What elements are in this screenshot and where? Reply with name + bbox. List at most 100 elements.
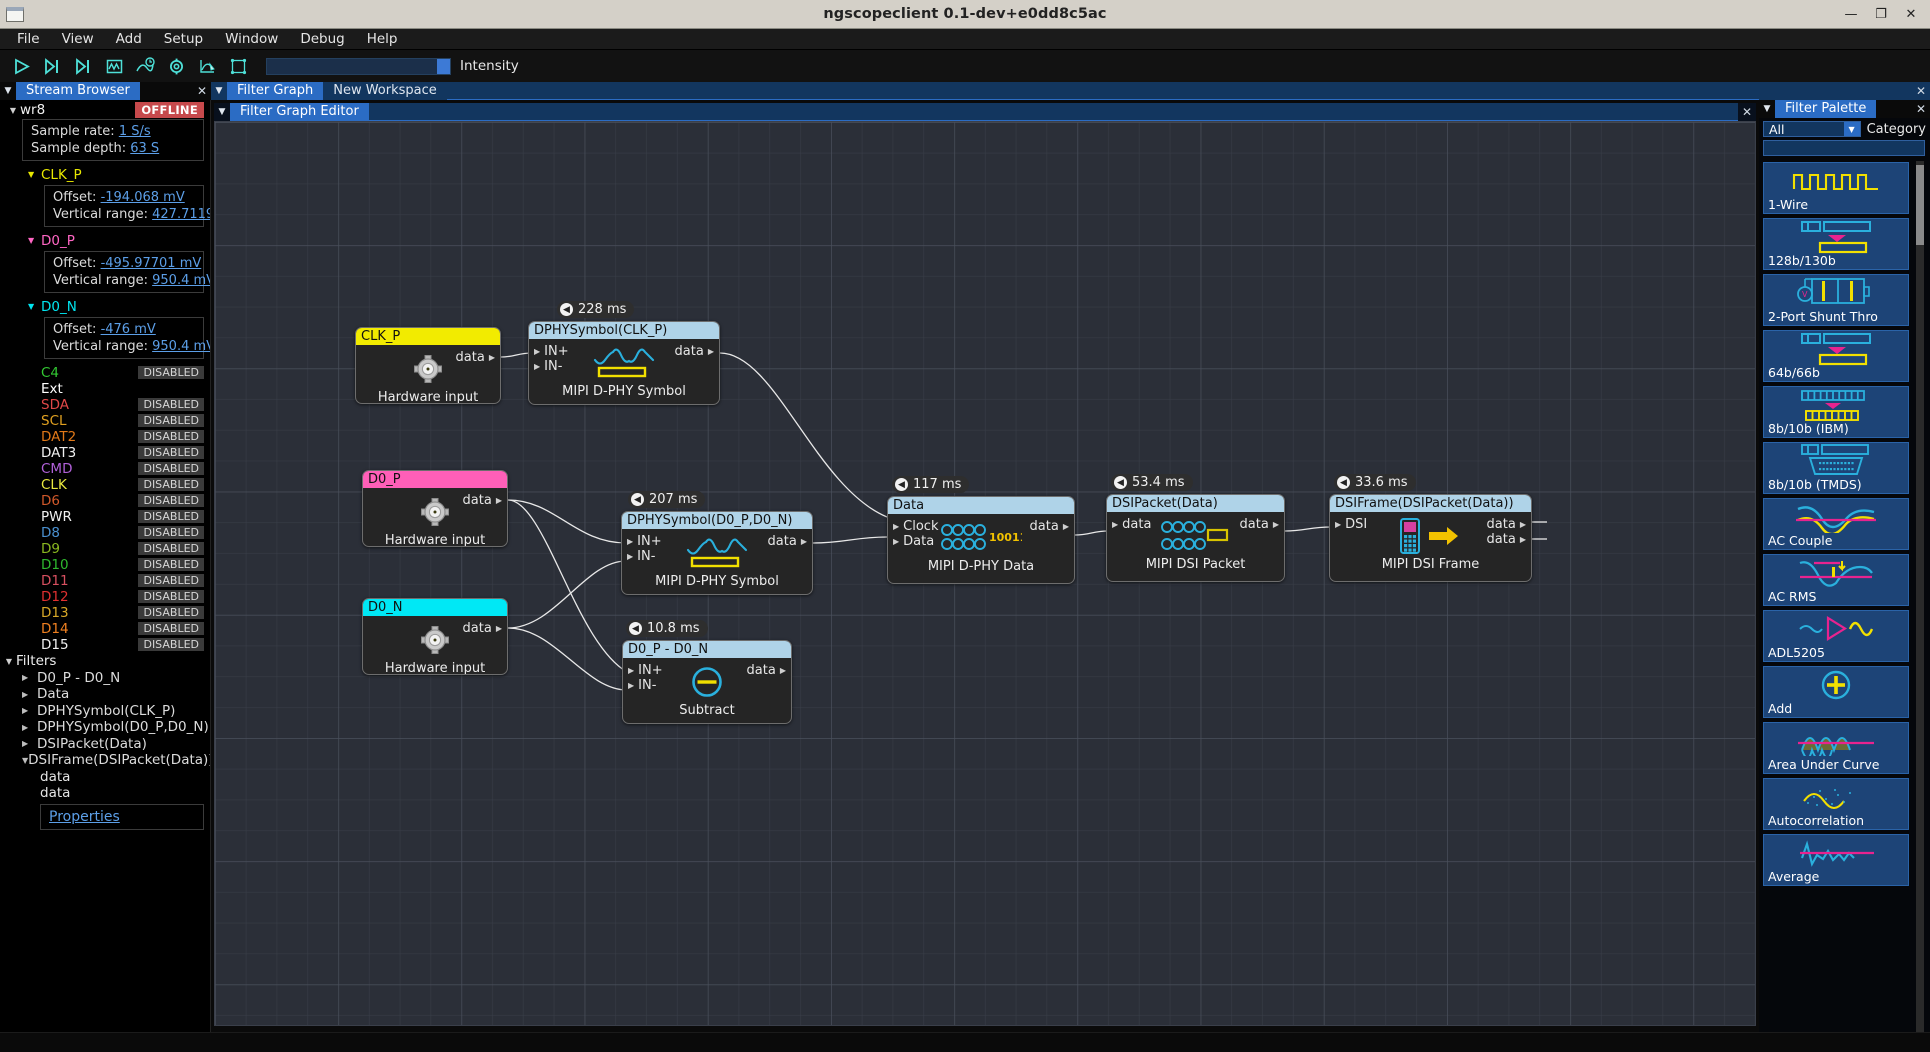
measurement-icon[interactable] — [192, 52, 223, 80]
filter-graph-editor-close-icon[interactable]: ✕ — [1738, 103, 1756, 121]
palette-item-autocorrelation[interactable]: Autocorrelation — [1763, 778, 1909, 830]
input-port[interactable]: ▶ IN- — [628, 678, 663, 693]
stream-browser-close-icon[interactable]: ✕ — [193, 82, 211, 100]
palette-item-add[interactable]: Add — [1763, 666, 1909, 718]
output-port[interactable]: data ▶ — [456, 350, 495, 365]
chevron-right-icon[interactable]: ▶ — [22, 723, 37, 732]
channel-row-sda[interactable]: SDA DISABLED — [0, 397, 210, 413]
filter-palette-list[interactable]: 1-Wire 128b/130b V 2-Port Shunt Thro 64b… — [1759, 159, 1930, 1032]
single-trigger-icon[interactable] — [37, 52, 68, 80]
input-port[interactable]: ▶ IN+ — [628, 663, 663, 678]
force-trigger-icon[interactable] — [68, 52, 99, 80]
palette-item-ac-rms[interactable]: AC RMS — [1763, 554, 1909, 606]
filter-stream-0[interactable]: data — [0, 769, 210, 786]
palette-item-8b-10b-ibm[interactable]: 8b/10b (IBM) — [1763, 386, 1909, 438]
channel-row-pwr[interactable]: PWR DISABLED — [0, 509, 210, 525]
menu-window[interactable]: Window — [214, 29, 289, 49]
chevron-down-icon[interactable]: ▼ — [6, 106, 20, 115]
menu-setup[interactable]: Setup — [153, 29, 214, 49]
chevron-right-icon[interactable]: ▶ — [22, 739, 37, 748]
output-port[interactable]: data ▶ — [463, 621, 502, 636]
vertical-range-value[interactable]: 950.4 mV — [152, 273, 210, 288]
tab-filter-palette[interactable]: Filter Palette — [1775, 100, 1877, 118]
chevron-down-icon[interactable]: ▼ — [2, 657, 16, 666]
graph-node-dsiframe[interactable]: DSIFrame(DSIPacket(Data)) ▶ DSI data ▶ data ▶ … — [1329, 494, 1532, 582]
palette-item-average[interactable]: Average — [1763, 834, 1909, 886]
stream-browser-menu-icon[interactable]: ▼ — [0, 82, 16, 100]
maximize-button[interactable]: ❐ — [1866, 2, 1896, 26]
output-port[interactable]: data ▶ — [1240, 517, 1279, 532]
output-port[interactable]: data ▶ — [747, 663, 786, 678]
fullscreen-icon[interactable] — [223, 52, 254, 80]
palette-item-128b-130b[interactable]: 128b/130b — [1763, 218, 1909, 270]
channel-row-c4[interactable]: C4 DISABLED — [0, 365, 210, 381]
sample-depth-value[interactable]: 63 S — [130, 141, 159, 156]
palette-scrollbar-thumb[interactable] — [1916, 165, 1924, 245]
filters-section-header[interactable]: ▼ Filters — [0, 653, 210, 670]
filter-row-5[interactable]: ▼ DSIFrame(DSIPacket(Data)) — [0, 752, 210, 769]
waveform-icon[interactable] — [99, 52, 130, 80]
channel-row-d14[interactable]: D14 DISABLED — [0, 621, 210, 637]
output-port[interactable]: data ▶ — [1487, 517, 1526, 532]
input-port[interactable]: ▶ IN+ — [534, 344, 569, 359]
minimize-button[interactable]: — — [1836, 2, 1866, 26]
palette-item-64b-66b[interactable]: 64b/66b — [1763, 330, 1909, 382]
workspace-menu-icon[interactable]: ▼ — [211, 82, 227, 100]
node-title[interactable]: D0_N — [363, 599, 507, 616]
channel-row-d15[interactable]: D15 DISABLED — [0, 637, 210, 653]
refresh-settings-icon[interactable] — [161, 52, 192, 80]
tab-stream-browser[interactable]: Stream Browser — [16, 82, 140, 100]
close-button[interactable]: ✕ — [1896, 2, 1926, 26]
chevron-down-icon[interactable]: ▼ — [28, 236, 41, 245]
node-title[interactable]: D0_P — [363, 471, 507, 488]
input-port[interactable]: ▶ IN- — [627, 549, 662, 564]
chevron-down-icon[interactable]: ▼ — [28, 170, 41, 179]
channel-row-d13[interactable]: D13 DISABLED — [0, 605, 210, 621]
graph-node-data[interactable]: Data▶Clock▶Datadata▶ 10011 MIPI D-PHY Da… — [887, 496, 1075, 584]
vertical-range-value[interactable]: 950.4 mV — [152, 339, 210, 354]
palette-item-8b-10b-tmds[interactable]: 8b/10b (TMDS) — [1763, 442, 1909, 494]
graph-node-subtract[interactable]: D0_P - D0_N ▶ IN+ ▶ IN-data ▶ Subtract — [622, 640, 792, 724]
category-select[interactable]: All ▼ — [1763, 121, 1861, 137]
filter-row-3[interactable]: ▶ DPHYSymbol(D0_P,D0_N) — [0, 719, 210, 736]
filter-graph-canvas[interactable]: CLK_P data ▶ Hardware input ◀ 228 ms DPHYSymb… — [214, 121, 1756, 1026]
graph-node-d0_n[interactable]: D0_N data ▶ Hardware input — [362, 598, 508, 675]
output-port[interactable]: data ▶ — [463, 493, 502, 508]
output-port[interactable]: data ▶ — [675, 344, 714, 359]
input-port[interactable]: ▶ Clock — [893, 519, 938, 534]
channel-row-d11[interactable]: D11 DISABLED — [0, 573, 210, 589]
intensity-slider-handle[interactable] — [437, 58, 450, 74]
chevron-right-icon[interactable]: ▶ — [22, 706, 37, 715]
palette-item-2-port-shunt-thro[interactable]: V 2-Port Shunt Thro — [1763, 274, 1909, 326]
vertical-range-value[interactable]: 427.71199 mV — [152, 207, 210, 222]
filter-row-1[interactable]: ▶ Data — [0, 686, 210, 703]
graph-node-dphy_d0[interactable]: DPHYSymbol(D0_P,D0_N) ▶ IN+ ▶ IN-data ▶ MIPI … — [621, 511, 813, 595]
input-port[interactable]: ▶ Data — [893, 534, 938, 549]
node-title[interactable]: CLK_P — [356, 328, 500, 345]
filter-graph-editor-menu-icon[interactable]: ▼ — [214, 103, 230, 121]
filter-row-0[interactable]: ▶ D0_P - D0_N — [0, 670, 210, 687]
channel-row-d12[interactable]: D12 DISABLED — [0, 589, 210, 605]
search-input[interactable] — [1763, 140, 1925, 156]
channel-row-clk[interactable]: CLK DISABLED — [0, 477, 210, 493]
filter-row-4[interactable]: ▶ DSIPacket(Data) — [0, 736, 210, 753]
palette-item-adl5205[interactable]: ADL5205 — [1763, 610, 1909, 662]
offset-value[interactable]: -495.97701 mV — [101, 256, 202, 271]
channel-row-ext[interactable]: Ext — [0, 381, 210, 397]
sample-rate-value[interactable]: 1 S/s — [119, 124, 151, 139]
offset-value[interactable]: -194.068 mV — [101, 190, 185, 205]
graph-node-d0_p[interactable]: D0_P data ▶ Hardware input — [362, 470, 508, 547]
chevron-down-icon[interactable]: ▼ — [1843, 122, 1860, 136]
output-port[interactable]: data ▶ — [1030, 519, 1069, 534]
graph-node-dsipacket[interactable]: DSIPacket(Data) ▶ data data ▶ MIPI DSI Packe… — [1106, 494, 1285, 582]
node-title[interactable]: DSIPacket(Data) — [1107, 495, 1284, 512]
input-port[interactable]: ▶ IN+ — [627, 534, 662, 549]
menu-add[interactable]: Add — [105, 29, 153, 49]
intensity-slider[interactable] — [266, 57, 451, 75]
output-port[interactable]: data ▶ — [768, 534, 807, 549]
scope-node-wr8[interactable]: ▼ wr8 OFFLINE — [0, 102, 210, 119]
channel-row-d8[interactable]: D8 DISABLED — [0, 525, 210, 541]
filter-palette-menu-icon[interactable]: ▼ — [1759, 100, 1775, 118]
node-title[interactable]: Data — [888, 497, 1074, 514]
channel-row-d6[interactable]: D6 DISABLED — [0, 493, 210, 509]
